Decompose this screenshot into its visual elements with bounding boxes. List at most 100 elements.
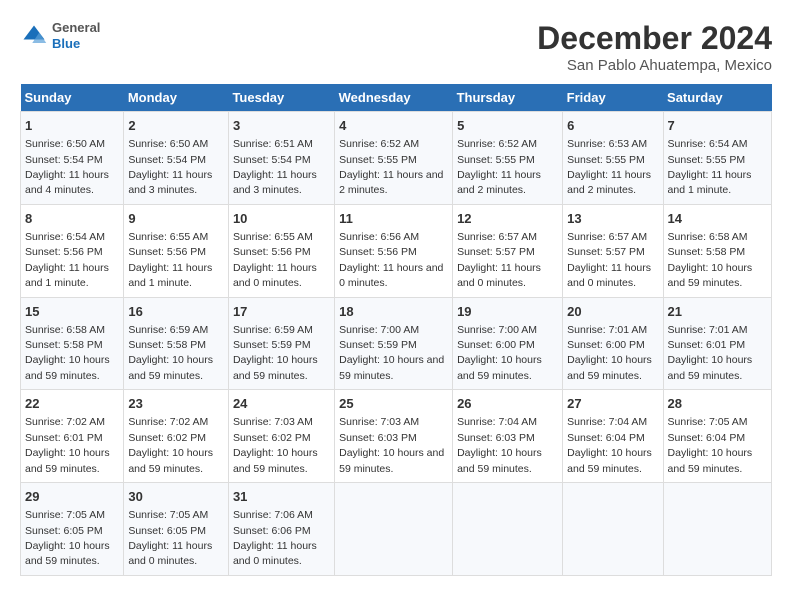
- logo-general: General: [52, 20, 100, 36]
- calendar-week-row: 8 Sunrise: 6:54 AMSunset: 5:56 PMDayligh…: [21, 204, 772, 297]
- day-info: Sunrise: 7:04 AMSunset: 6:04 PMDaylight:…: [567, 416, 652, 474]
- day-number: 25: [339, 395, 448, 413]
- calendar-cell: 4 Sunrise: 6:52 AMSunset: 5:55 PMDayligh…: [335, 112, 453, 205]
- day-number: 12: [457, 210, 558, 228]
- calendar-cell: 22 Sunrise: 7:02 AMSunset: 6:01 PMDaylig…: [21, 390, 124, 483]
- day-info: Sunrise: 6:55 AMSunset: 5:56 PMDaylight:…: [233, 231, 317, 289]
- page-header: General Blue December 2024 San Pablo Ahu…: [20, 20, 772, 74]
- logo-blue: Blue: [52, 36, 100, 52]
- day-number: 18: [339, 303, 448, 321]
- calendar-cell: 27 Sunrise: 7:04 AMSunset: 6:04 PMDaylig…: [563, 390, 663, 483]
- calendar-day-header: Thursday: [453, 84, 563, 112]
- day-number: 19: [457, 303, 558, 321]
- calendar-cell: 16 Sunrise: 6:59 AMSunset: 5:58 PMDaylig…: [124, 297, 229, 390]
- calendar-cell: 2 Sunrise: 6:50 AMSunset: 5:54 PMDayligh…: [124, 112, 229, 205]
- page-subtitle: San Pablo Ahuatempa, Mexico: [537, 57, 772, 74]
- day-info: Sunrise: 7:05 AMSunset: 6:05 PMDaylight:…: [25, 509, 110, 567]
- day-number: 13: [567, 210, 658, 228]
- day-info: Sunrise: 7:03 AMSunset: 6:03 PMDaylight:…: [339, 416, 444, 474]
- day-number: 29: [25, 488, 119, 506]
- calendar-cell: 14 Sunrise: 6:58 AMSunset: 5:58 PMDaylig…: [663, 204, 771, 297]
- calendar-week-row: 1 Sunrise: 6:50 AMSunset: 5:54 PMDayligh…: [21, 112, 772, 205]
- day-number: 28: [668, 395, 767, 413]
- calendar-cell: 25 Sunrise: 7:03 AMSunset: 6:03 PMDaylig…: [335, 390, 453, 483]
- calendar-cell: 9 Sunrise: 6:55 AMSunset: 5:56 PMDayligh…: [124, 204, 229, 297]
- day-number: 15: [25, 303, 119, 321]
- calendar-cell: 10 Sunrise: 6:55 AMSunset: 5:56 PMDaylig…: [228, 204, 334, 297]
- day-number: 7: [668, 117, 767, 135]
- calendar-day-header: Sunday: [21, 84, 124, 112]
- day-number: 2: [128, 117, 224, 135]
- day-info: Sunrise: 6:58 AMSunset: 5:58 PMDaylight:…: [668, 231, 753, 289]
- day-info: Sunrise: 6:54 AMSunset: 5:55 PMDaylight:…: [668, 138, 752, 196]
- day-number: 17: [233, 303, 330, 321]
- calendar-day-header: Friday: [563, 84, 663, 112]
- day-info: Sunrise: 6:52 AMSunset: 5:55 PMDaylight:…: [457, 138, 541, 196]
- day-info: Sunrise: 7:06 AMSunset: 6:06 PMDaylight:…: [233, 509, 317, 567]
- calendar-day-header: Tuesday: [228, 84, 334, 112]
- calendar-day-header: Wednesday: [335, 84, 453, 112]
- calendar-cell: 3 Sunrise: 6:51 AMSunset: 5:54 PMDayligh…: [228, 112, 334, 205]
- day-number: 4: [339, 117, 448, 135]
- day-info: Sunrise: 6:59 AMSunset: 5:59 PMDaylight:…: [233, 324, 318, 382]
- day-number: 16: [128, 303, 224, 321]
- title-block: December 2024 San Pablo Ahuatempa, Mexic…: [537, 20, 772, 74]
- calendar-day-header: Saturday: [663, 84, 771, 112]
- day-info: Sunrise: 7:01 AMSunset: 6:00 PMDaylight:…: [567, 324, 652, 382]
- day-number: 8: [25, 210, 119, 228]
- calendar-cell: [453, 483, 563, 576]
- day-info: Sunrise: 7:02 AMSunset: 6:02 PMDaylight:…: [128, 416, 213, 474]
- day-number: 1: [25, 117, 119, 135]
- calendar-cell: 31 Sunrise: 7:06 AMSunset: 6:06 PMDaylig…: [228, 483, 334, 576]
- calendar-cell: 6 Sunrise: 6:53 AMSunset: 5:55 PMDayligh…: [563, 112, 663, 205]
- calendar-cell: 18 Sunrise: 7:00 AMSunset: 5:59 PMDaylig…: [335, 297, 453, 390]
- calendar-table: SundayMondayTuesdayWednesdayThursdayFrid…: [20, 84, 772, 576]
- day-info: Sunrise: 7:01 AMSunset: 6:01 PMDaylight:…: [668, 324, 753, 382]
- day-number: 31: [233, 488, 330, 506]
- day-info: Sunrise: 7:05 AMSunset: 6:04 PMDaylight:…: [668, 416, 753, 474]
- calendar-cell: 26 Sunrise: 7:04 AMSunset: 6:03 PMDaylig…: [453, 390, 563, 483]
- day-info: Sunrise: 6:57 AMSunset: 5:57 PMDaylight:…: [457, 231, 541, 289]
- day-number: 6: [567, 117, 658, 135]
- calendar-cell: 23 Sunrise: 7:02 AMSunset: 6:02 PMDaylig…: [124, 390, 229, 483]
- day-info: Sunrise: 7:05 AMSunset: 6:05 PMDaylight:…: [128, 509, 212, 567]
- calendar-cell: [663, 483, 771, 576]
- calendar-cell: [335, 483, 453, 576]
- day-number: 14: [668, 210, 767, 228]
- calendar-cell: 20 Sunrise: 7:01 AMSunset: 6:00 PMDaylig…: [563, 297, 663, 390]
- day-number: 3: [233, 117, 330, 135]
- calendar-cell: 12 Sunrise: 6:57 AMSunset: 5:57 PMDaylig…: [453, 204, 563, 297]
- day-info: Sunrise: 7:00 AMSunset: 5:59 PMDaylight:…: [339, 324, 444, 382]
- page-title: December 2024: [537, 20, 772, 57]
- day-info: Sunrise: 6:56 AMSunset: 5:56 PMDaylight:…: [339, 231, 443, 289]
- day-info: Sunrise: 6:50 AMSunset: 5:54 PMDaylight:…: [128, 138, 212, 196]
- day-number: 27: [567, 395, 658, 413]
- day-number: 11: [339, 210, 448, 228]
- day-number: 10: [233, 210, 330, 228]
- day-info: Sunrise: 6:51 AMSunset: 5:54 PMDaylight:…: [233, 138, 317, 196]
- logo-icon: [20, 22, 48, 50]
- calendar-cell: 30 Sunrise: 7:05 AMSunset: 6:05 PMDaylig…: [124, 483, 229, 576]
- calendar-cell: 21 Sunrise: 7:01 AMSunset: 6:01 PMDaylig…: [663, 297, 771, 390]
- calendar-cell: 7 Sunrise: 6:54 AMSunset: 5:55 PMDayligh…: [663, 112, 771, 205]
- day-number: 9: [128, 210, 224, 228]
- day-info: Sunrise: 6:57 AMSunset: 5:57 PMDaylight:…: [567, 231, 651, 289]
- calendar-cell: 1 Sunrise: 6:50 AMSunset: 5:54 PMDayligh…: [21, 112, 124, 205]
- calendar-week-row: 22 Sunrise: 7:02 AMSunset: 6:01 PMDaylig…: [21, 390, 772, 483]
- calendar-cell: [563, 483, 663, 576]
- day-number: 22: [25, 395, 119, 413]
- calendar-day-header: Monday: [124, 84, 229, 112]
- day-info: Sunrise: 6:52 AMSunset: 5:55 PMDaylight:…: [339, 138, 443, 196]
- day-info: Sunrise: 6:55 AMSunset: 5:56 PMDaylight:…: [128, 231, 212, 289]
- day-number: 5: [457, 117, 558, 135]
- day-info: Sunrise: 7:02 AMSunset: 6:01 PMDaylight:…: [25, 416, 110, 474]
- day-number: 21: [668, 303, 767, 321]
- calendar-cell: 17 Sunrise: 6:59 AMSunset: 5:59 PMDaylig…: [228, 297, 334, 390]
- calendar-week-row: 29 Sunrise: 7:05 AMSunset: 6:05 PMDaylig…: [21, 483, 772, 576]
- calendar-cell: 8 Sunrise: 6:54 AMSunset: 5:56 PMDayligh…: [21, 204, 124, 297]
- day-info: Sunrise: 7:04 AMSunset: 6:03 PMDaylight:…: [457, 416, 542, 474]
- calendar-cell: 15 Sunrise: 6:58 AMSunset: 5:58 PMDaylig…: [21, 297, 124, 390]
- logo-text: General Blue: [52, 20, 100, 51]
- calendar-cell: 19 Sunrise: 7:00 AMSunset: 6:00 PMDaylig…: [453, 297, 563, 390]
- day-info: Sunrise: 6:50 AMSunset: 5:54 PMDaylight:…: [25, 138, 109, 196]
